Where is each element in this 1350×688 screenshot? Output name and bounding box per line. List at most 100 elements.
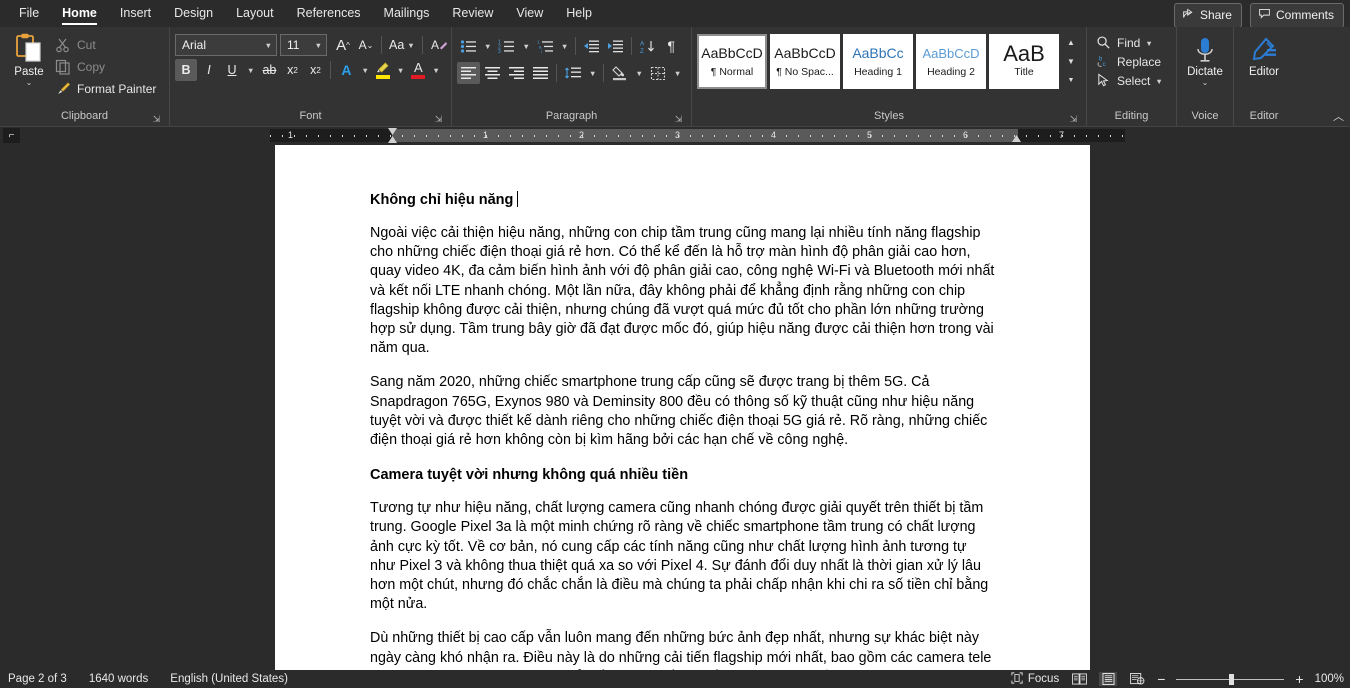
language-indicator[interactable]: English (United States) — [170, 673, 288, 685]
strikethrough-button[interactable]: ab — [258, 59, 280, 81]
editor-button[interactable]: Editor — [1241, 31, 1287, 78]
copy-button[interactable]: Copy — [53, 57, 162, 77]
show-formatting-marks-button[interactable]: ¶ — [660, 35, 682, 57]
tab-help[interactable]: Help — [555, 2, 603, 25]
line-spacing-button[interactable] — [561, 62, 585, 84]
clipboard-dialog-launcher[interactable]: ⇲ — [152, 115, 161, 124]
font-size-combobox[interactable]: 11 ▼ — [280, 34, 327, 56]
tab-view[interactable]: View — [505, 2, 554, 25]
font-name-combobox[interactable]: Arial ▼ — [175, 34, 277, 56]
ruler-tick — [906, 135, 907, 137]
chevron-down-icon[interactable]: ▼ — [1145, 39, 1152, 48]
comments-button[interactable]: Comments — [1250, 3, 1344, 28]
document-canvas[interactable]: Không chỉ hiệu năng Ngoài việc cải thiện… — [0, 143, 1350, 670]
align-right-button[interactable] — [505, 62, 528, 84]
format-painter-button[interactable]: Format Painter — [53, 79, 162, 99]
tab-label: References — [297, 6, 361, 20]
numbering-dropdown[interactable]: ▼ — [519, 35, 532, 57]
style-normal[interactable]: AaBbCcD ¶ Normal — [697, 34, 767, 89]
styles-scroll-down-button[interactable]: ▼ — [1064, 53, 1078, 70]
tab-stop-selector[interactable]: ⌐ — [3, 128, 20, 143]
tab-mailings[interactable]: Mailings — [373, 2, 441, 25]
styles-scroll-up-button[interactable]: ▲ — [1064, 34, 1078, 51]
shrink-font-button[interactable]: A⌄ — [355, 34, 377, 56]
dictate-button[interactable]: Dictate ⌄ — [1182, 31, 1228, 87]
tab-design[interactable]: Design — [163, 2, 224, 25]
decrease-indent-button[interactable] — [580, 35, 603, 57]
tab-layout[interactable]: Layout — [225, 2, 285, 25]
shading-dropdown[interactable]: ▼ — [632, 62, 645, 84]
cut-button[interactable]: Cut — [53, 35, 162, 55]
style-heading-1[interactable]: AaBbCc Heading 1 — [843, 34, 913, 89]
read-mode-button[interactable] — [1070, 672, 1088, 686]
borders-dropdown[interactable]: ▼ — [671, 62, 684, 84]
sort-button[interactable]: AZ — [636, 35, 659, 57]
zoom-slider-thumb[interactable] — [1229, 674, 1234, 685]
style-heading-2[interactable]: AaBbCcD Heading 2 — [916, 34, 986, 89]
style-no-spacing[interactable]: AaBbCcD ¶ No Spac... — [770, 34, 840, 89]
clear-formatting-button[interactable]: A — [427, 34, 451, 56]
focus-mode-button[interactable]: Focus — [1011, 672, 1059, 687]
tab-review[interactable]: Review — [441, 2, 504, 25]
paragraph-dialog-launcher[interactable]: ⇲ — [674, 115, 683, 124]
styles-more-button[interactable]: ▼ — [1064, 72, 1078, 89]
chevron-down-icon[interactable]: ▼ — [1155, 77, 1162, 86]
document-page[interactable]: Không chỉ hiệu năng Ngoài việc cải thiện… — [275, 145, 1090, 670]
highlight-dropdown[interactable]: ▼ — [394, 59, 407, 81]
underline-dropdown[interactable]: ▼ — [244, 59, 257, 81]
subscript-button[interactable]: x2 — [281, 59, 303, 81]
shading-button[interactable] — [608, 62, 631, 84]
highlight-color-button[interactable] — [373, 59, 393, 81]
borders-button[interactable] — [647, 62, 670, 84]
increase-indent-button[interactable] — [604, 35, 627, 57]
web-layout-button[interactable] — [1128, 672, 1146, 686]
text-effects-dropdown[interactable]: ▼ — [358, 59, 371, 81]
zoom-out-button[interactable]: − — [1157, 671, 1165, 687]
select-button[interactable]: Select ▼ — [1092, 72, 1167, 90]
font-color-dropdown[interactable]: ▼ — [429, 59, 442, 81]
line-spacing-dropdown[interactable]: ▼ — [586, 62, 599, 84]
ruler-number: 1 — [288, 129, 293, 142]
horizontal-ruler[interactable]: 1 1 2 3 4 5 6 7 — [22, 128, 1350, 143]
zoom-in-button[interactable]: + — [1295, 671, 1303, 687]
multilevel-dropdown[interactable]: ▼ — [558, 35, 571, 57]
bullets-button[interactable] — [457, 35, 480, 57]
zoom-level[interactable]: 100% — [1315, 673, 1344, 685]
font-color-button[interactable]: A — [408, 59, 428, 81]
paste-button[interactable]: Paste ⌄ — [5, 31, 53, 87]
document-text-area[interactable]: Không chỉ hiệu năng Ngoài việc cải thiện… — [370, 190, 995, 670]
change-case-button[interactable]: Aa▼ — [386, 34, 418, 56]
multilevel-list-button[interactable]: 1ai — [534, 35, 557, 57]
tab-home[interactable]: Home — [51, 2, 108, 25]
tab-file[interactable]: File — [8, 2, 50, 25]
underline-button[interactable]: U — [221, 59, 243, 81]
align-left-button[interactable] — [457, 62, 480, 84]
chevron-up-icon[interactable]: ︿ — [1333, 108, 1344, 124]
italic-button[interactable]: I — [198, 59, 220, 81]
bullets-dropdown[interactable]: ▼ — [481, 35, 494, 57]
ribbon-group-paragraph: ▼ 123 ▼ 1ai ▼ AZ — [452, 27, 692, 126]
chevron-down-icon[interactable]: ⌄ — [26, 79, 33, 87]
justify-button[interactable] — [529, 62, 552, 84]
print-layout-button[interactable] — [1099, 672, 1117, 686]
styles-dialog-launcher[interactable]: ⇲ — [1069, 115, 1078, 124]
find-button[interactable]: Find ▼ — [1092, 34, 1167, 52]
tab-insert[interactable]: Insert — [109, 2, 162, 25]
ruler-tick — [786, 135, 787, 137]
word-count[interactable]: 1640 words — [89, 673, 148, 685]
tab-references[interactable]: References — [286, 2, 372, 25]
font-dialog-launcher[interactable]: ⇲ — [434, 115, 443, 124]
replace-button[interactable]: bc Replace — [1092, 53, 1167, 71]
share-button[interactable]: Share — [1174, 3, 1242, 28]
tab-label: View — [516, 6, 543, 20]
style-title[interactable]: AaB Title — [989, 34, 1059, 89]
align-center-button[interactable] — [481, 62, 504, 84]
grow-font-button[interactable]: A^ — [332, 34, 354, 56]
page-indicator[interactable]: Page 2 of 3 — [8, 673, 67, 685]
text-effects-button[interactable]: A — [335, 59, 357, 81]
bold-button[interactable]: B — [175, 59, 197, 81]
zoom-slider[interactable] — [1176, 679, 1284, 680]
numbering-button[interactable]: 123 — [495, 35, 518, 57]
chevron-down-icon[interactable]: ⌄ — [1202, 79, 1209, 87]
superscript-button[interactable]: x2 — [304, 59, 326, 81]
